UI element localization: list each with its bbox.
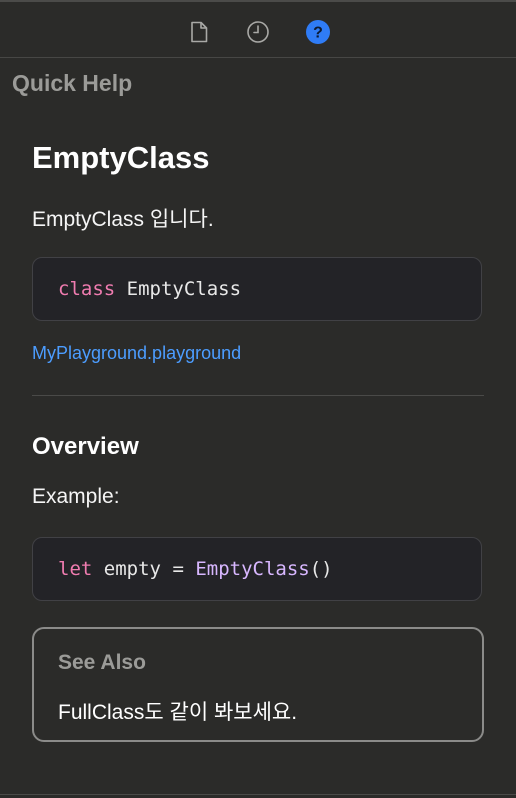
history-clock-icon[interactable] (246, 20, 270, 44)
overview-heading: Overview (32, 433, 139, 460)
example-variable: empty (103, 558, 161, 580)
example-keyword: let (58, 558, 93, 580)
panel-title: Quick Help (12, 70, 133, 96)
declaration-keyword: class (58, 278, 116, 300)
example-type: EmptyClass (195, 558, 310, 580)
symbol-summary: EmptyClass 입니다. (32, 208, 214, 231)
example-code-block: let empty = EmptyClass() (32, 537, 482, 601)
overview-text: Example: (32, 485, 120, 508)
declaration-code-block: class EmptyClass (32, 257, 482, 321)
see-also-box: See Also FullClass도 같이 봐보세요. (32, 627, 484, 742)
declaration-name: EmptyClass (126, 278, 242, 300)
svg-text:?: ? (313, 25, 323, 42)
example-operator: = (172, 558, 184, 580)
bottom-divider (0, 794, 516, 795)
inspector-tab-bar: ? (0, 0, 516, 58)
file-icon[interactable] (187, 20, 211, 44)
example-call: () (309, 558, 333, 580)
see-also-title: See Also (58, 651, 146, 674)
section-divider (32, 395, 484, 396)
quick-help-icon[interactable]: ? (306, 20, 330, 44)
file-link[interactable]: MyPlayground.playground (32, 343, 241, 364)
see-also-text: FullClass도 같이 봐보세요. (58, 701, 298, 724)
symbol-name: EmptyClass (32, 140, 210, 175)
